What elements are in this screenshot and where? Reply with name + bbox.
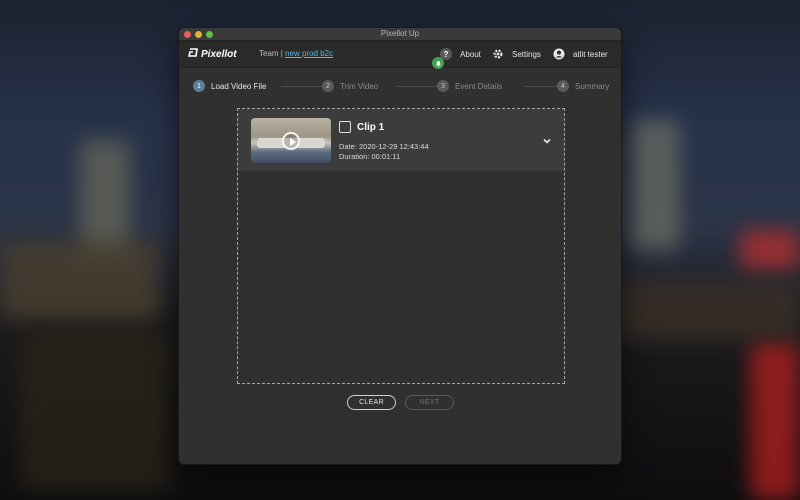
step-label: Event Details xyxy=(455,81,503,91)
clip-thumbnail[interactable] xyxy=(251,118,331,163)
next-button[interactable]: NEXT xyxy=(405,395,454,410)
step-label: Summary xyxy=(575,81,610,91)
chevron-down-icon[interactable] xyxy=(542,133,552,144)
team-info: Team | new prod b2c xyxy=(259,49,333,58)
user-avatar-icon xyxy=(553,48,565,60)
step-number: 1 xyxy=(193,80,205,92)
gear-icon xyxy=(492,48,504,60)
step-event-details: 3 Event Details xyxy=(437,80,502,92)
step-number: 3 xyxy=(437,80,449,92)
pixellot-logo: Pixellot xyxy=(187,48,237,60)
play-icon[interactable] xyxy=(282,132,300,150)
clip-checkbox[interactable] xyxy=(339,121,351,133)
settings-label: Settings xyxy=(512,49,541,59)
app-header: Pixellot Team | new prod b2c ? About Set… xyxy=(179,41,621,68)
step-trim-video: 2 Trim Video xyxy=(322,80,378,92)
about-label: About xyxy=(460,49,481,59)
logo-text: Pixellot xyxy=(201,49,237,60)
step-summary: 4 Summary xyxy=(557,80,609,92)
step-number: 2 xyxy=(322,80,334,92)
wizard-steps: 1 Load Video File 2 Trim Video 3 Event D… xyxy=(191,80,609,96)
step-label: Load Video File xyxy=(211,81,267,91)
team-label: Team | xyxy=(259,49,286,58)
pixellot-logo-icon xyxy=(187,48,198,60)
step-label: Trim Video xyxy=(340,81,379,91)
window-title: Pixellot Up xyxy=(380,29,420,38)
clip-item[interactable]: Clip 1 Date: 2020-12-29 12:43:44 Duratio… xyxy=(238,109,564,171)
title-bar: Pixellot Up xyxy=(179,28,621,41)
notification-bell-icon[interactable] xyxy=(432,57,444,69)
step-number: 4 xyxy=(557,80,569,92)
user-name: atlit tester xyxy=(573,49,608,59)
video-drop-zone[interactable]: Clip 1 Date: 2020-12-29 12:43:44 Duratio… xyxy=(237,108,565,384)
step-load-video-file: 1 Load Video File xyxy=(193,80,266,92)
team-link[interactable]: new prod b2c xyxy=(285,49,333,58)
settings-button[interactable]: Settings xyxy=(492,46,541,62)
app-window: Pixellot Up Pixellot Team | new prod b2c… xyxy=(178,27,622,465)
user-menu[interactable]: atlit tester xyxy=(553,46,608,62)
clear-button[interactable]: CLEAR xyxy=(347,395,396,410)
clip-date: Date: 2020-12-29 12:43:44 xyxy=(339,142,429,151)
about-button[interactable]: ? About xyxy=(440,46,481,62)
clip-duration: Duration: 00:01:11 xyxy=(339,152,401,161)
clip-title: Clip 1 xyxy=(357,122,385,133)
